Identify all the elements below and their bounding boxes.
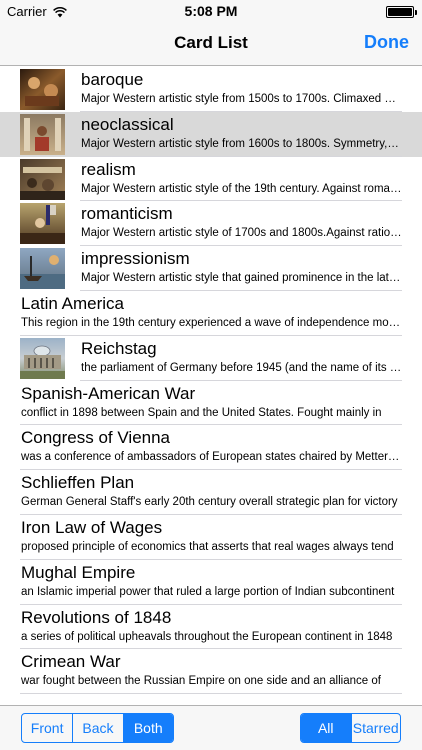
baroque-painting-thumbnail <box>20 69 65 110</box>
card-row[interactable]: Latin America This region in the 19th cen… <box>0 291 422 336</box>
filter-segmented-control[interactable]: All Starred <box>300 713 401 743</box>
card-title: Schlieffen Plan <box>21 473 135 493</box>
card-subtitle: Major Western artistic style of the 19th… <box>81 182 402 195</box>
impressionism-painting-thumbnail <box>20 248 65 290</box>
card-title: romanticism <box>81 204 173 224</box>
card-row[interactable]: realism Major Western artistic style of t… <box>0 157 422 202</box>
view-back-segment[interactable]: Back <box>72 714 122 742</box>
card-title: Spanish-American War <box>21 383 196 403</box>
card-row[interactable]: Mughal Empire an Islamic imperial power t… <box>0 560 422 605</box>
page-title: Card List <box>174 33 248 52</box>
card-subtitle: Major Western artistic style that gained… <box>81 272 402 285</box>
card-subtitle: Major Western artistic style from 1600s … <box>81 137 402 150</box>
card-subtitle: a series of political upheavals througho… <box>21 630 393 643</box>
battery-icon <box>386 6 417 18</box>
card-row[interactable]: Schlieffen Plan German General Staff's ea… <box>0 470 422 515</box>
card-row[interactable]: neoclassical Major Western artistic style… <box>0 111 422 157</box>
card-subtitle: was a conference of ambassadors of Europ… <box>21 451 402 464</box>
done-button[interactable]: Done <box>364 32 409 53</box>
card-row[interactable]: romanticism Major Western artistic style … <box>0 201 422 247</box>
row-separator <box>20 693 402 695</box>
card-subtitle: Major Western artistic style from 1500s … <box>81 93 402 105</box>
card-subtitle: war fought between the Russian Empire on… <box>21 675 381 688</box>
status-time: 5:08 PM <box>184 3 238 19</box>
card-subtitle: Major Western artistic style of 1700s an… <box>81 227 402 240</box>
card-title: Iron Law of Wages <box>21 517 163 537</box>
card-title: Reichstag <box>81 338 157 358</box>
card-subtitle: an Islamic imperial power that ruled a l… <box>21 585 395 598</box>
card-row[interactable]: Reichstag the parliament of Germany befor… <box>0 336 422 381</box>
card-title: neoclassical <box>81 114 174 134</box>
neoclassical-painting-thumbnail <box>20 113 65 155</box>
status-bar: Carrier 5:08 PM <box>0 0 422 22</box>
card-subtitle: This region in the 19th century experien… <box>21 316 402 329</box>
card-title: impressionism <box>81 249 190 269</box>
card-row[interactable]: baroque Major Western artistic style from… <box>0 67 422 112</box>
card-list[interactable]: baroque Major Western artistic style from… <box>0 67 422 705</box>
card-title: Mughal Empire <box>21 562 136 582</box>
card-row[interactable]: Revolutions of 1848 a series of political… <box>0 605 422 650</box>
card-subtitle: the parliament of Germany before 1945 (a… <box>81 361 402 374</box>
card-row[interactable]: Spanish-American War conflict in 1898 bet… <box>0 381 422 426</box>
bottom-toolbar: Front Back Both All Starred <box>0 705 422 750</box>
view-front-segment[interactable]: Front <box>22 714 72 742</box>
romanticism-painting-thumbnail <box>20 203 65 245</box>
card-title: baroque <box>81 70 144 89</box>
card-title: Latin America <box>21 293 124 313</box>
card-subtitle: German General Staff's early 20th centur… <box>21 496 398 509</box>
card-title: Revolutions of 1848 <box>21 607 172 627</box>
card-row[interactable]: impressionism Major Western artistic styl… <box>0 246 422 291</box>
card-row[interactable]: Congress of Vienna was a conference of am… <box>0 425 422 471</box>
navigation-bar: Card List Done <box>0 22 422 66</box>
card-row[interactable]: Iron Law of Wages proposed principle of e… <box>0 515 422 560</box>
realism-painting-thumbnail <box>20 158 65 200</box>
view-mode-segmented-control[interactable]: Front Back Both <box>21 713 174 743</box>
reichstag-photo-thumbnail <box>20 337 65 379</box>
view-both-segment[interactable]: Both <box>122 714 173 742</box>
filter-all-segment[interactable]: All <box>301 714 351 742</box>
card-title: Crimean War <box>21 652 121 672</box>
card-subtitle: conflict in 1898 between Spain and the U… <box>21 406 382 419</box>
card-title: Congress of Vienna <box>21 428 171 448</box>
card-title: realism <box>81 159 136 179</box>
card-subtitle: proposed principle of economics that ass… <box>21 540 394 553</box>
card-row[interactable]: Crimean War war fought between the Russia… <box>0 649 422 695</box>
filter-starred-segment[interactable]: Starred <box>350 714 401 742</box>
